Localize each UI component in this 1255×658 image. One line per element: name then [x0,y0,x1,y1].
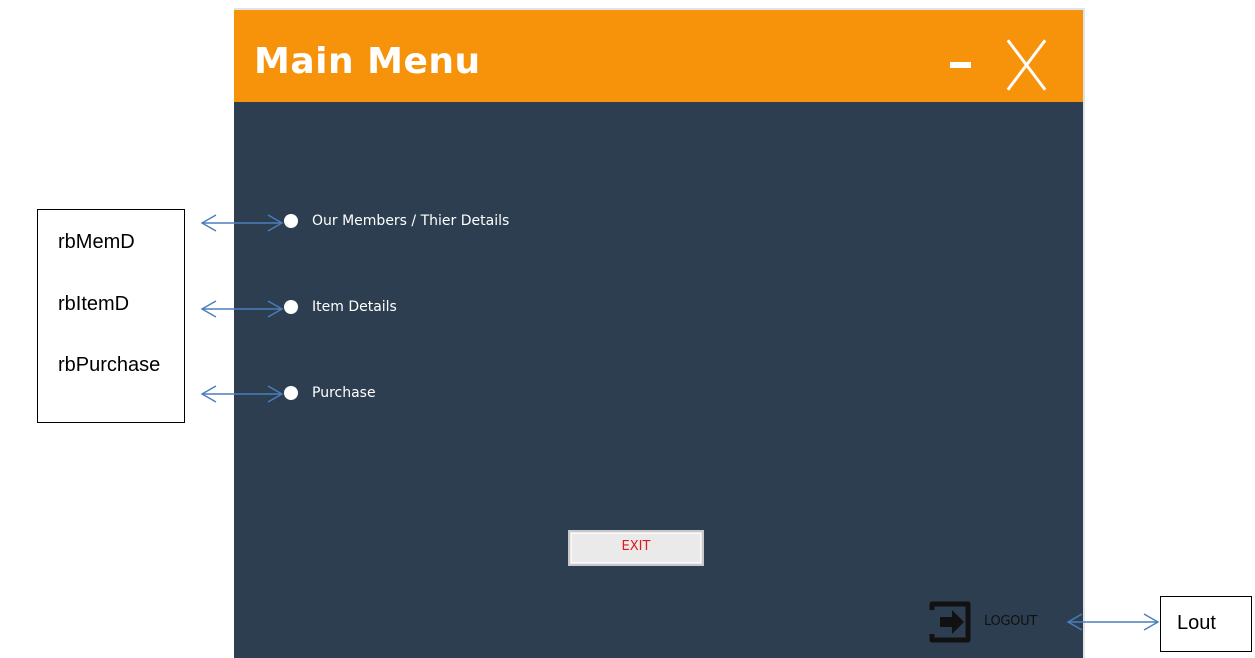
main-menu-window: Main Menu Our Members / Thier Details It… [234,8,1085,658]
radio-label: Our Members / Thier Details [312,213,510,229]
close-icon[interactable] [1001,38,1053,92]
radio-names-annotation-box: rbMemD rbItemD rbPurchase [37,209,185,423]
annotation-rbitemd: rbItemD [58,293,130,315]
title-bar: Main Menu [234,10,1083,102]
logout-label: LOGOUT [984,614,1037,629]
window-title: Main Menu [254,41,481,82]
minimize-icon[interactable] [950,62,971,68]
annotation-rbpurchase: rbPurchase [58,354,161,376]
annotation-lout: Lout [1177,612,1216,634]
logout-icon[interactable] [924,596,976,648]
radio-circle-icon[interactable] [284,386,298,400]
logout-button[interactable]: LOGOUT [924,596,1074,648]
logout-name-annotation-box: Lout [1160,596,1252,652]
radio-circle-icon[interactable] [284,214,298,228]
annotation-rbmemd: rbMemD [58,231,135,253]
radio-label: Purchase [312,385,376,401]
radio-label: Item Details [312,299,397,315]
radio-circle-icon[interactable] [284,300,298,314]
exit-button[interactable]: EXIT [568,530,704,566]
